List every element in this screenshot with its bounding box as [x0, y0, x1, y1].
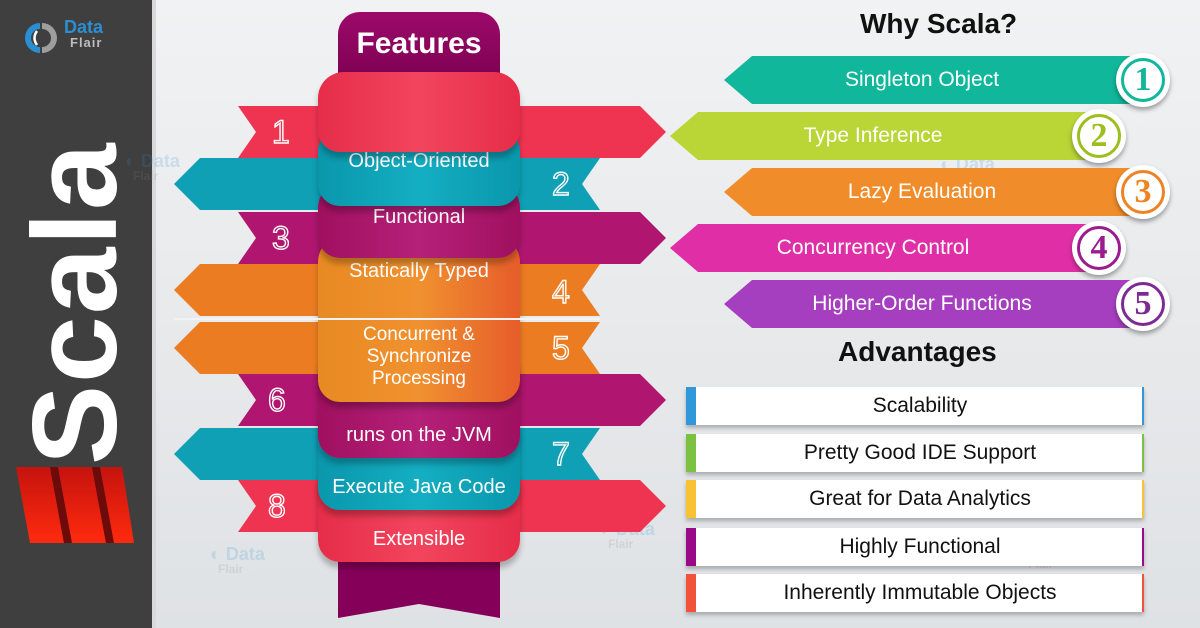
feature-number: 6 — [267, 382, 286, 418]
why-item-4: Concurrency Control 4 — [670, 221, 1126, 275]
features-ribbon-tail — [338, 560, 500, 618]
advantages-title: Advantages — [838, 336, 997, 367]
advantage-label: Inherently Immutable Objects — [783, 581, 1057, 604]
features-diagram: 1 2 3 4 5 6 7 8 Features Extensible Exec… — [160, 0, 680, 628]
dataflair-logo: Data Flair — [22, 18, 142, 58]
why-item-label: Type Inference — [803, 124, 943, 147]
number-badge-3: 3 — [1116, 165, 1170, 219]
advantage-label: Scalability — [872, 394, 968, 417]
number-badge-4: 4 — [1072, 221, 1126, 275]
scala-title: Scala — [8, 141, 142, 465]
feature-number: 1 — [271, 114, 290, 150]
advantage-item: Inherently Immutable Objects — [686, 574, 1144, 612]
feature-card-top — [318, 72, 520, 152]
feature-number: 8 — [267, 488, 286, 524]
divider-line — [174, 318, 600, 320]
why-item-1: Singleton Object 1 — [724, 53, 1170, 107]
color-marker — [686, 434, 696, 472]
sidebar: Data Flair Scala — [0, 0, 152, 628]
feature-label: Execute Java Code — [332, 476, 506, 498]
why-item-label: Higher-Order Functions — [812, 292, 1032, 315]
number-badge-1: 1 — [1116, 53, 1170, 107]
advantage-label: Pretty Good IDE Support — [803, 441, 1037, 464]
feature-number: 4 — [551, 274, 570, 310]
color-marker — [686, 574, 696, 612]
ribbon-left-7 — [174, 428, 338, 480]
why-item-3: Lazy Evaluation 3 — [724, 165, 1170, 219]
feature-label: Object-Oriented — [348, 150, 490, 172]
why-scala-title: Why Scala? — [860, 8, 1018, 39]
feature-number: 2 — [551, 166, 570, 202]
ribbon-right-6 — [500, 374, 666, 426]
feature-number: 7 — [551, 436, 570, 472]
feature-number: 5 — [551, 330, 570, 366]
dataflair-logo-icon — [25, 23, 57, 53]
ribbon-left-5 — [174, 322, 338, 374]
why-item-2: Type Inference 2 — [670, 109, 1126, 163]
feature-label: Extensible — [372, 528, 466, 550]
advantage-label: Great for Data Analytics — [809, 487, 1031, 510]
why-item-5: Higher-Order Functions 5 — [724, 277, 1170, 331]
why-item-label: Singleton Object — [844, 68, 1000, 91]
color-marker — [686, 480, 696, 518]
feature-label: Concurrent & Synchronize Processing — [363, 324, 475, 389]
color-marker — [686, 387, 696, 425]
ribbon-left-4 — [174, 264, 338, 316]
advantage-item: Pretty Good IDE Support — [686, 434, 1144, 472]
why-item-label: Concurrency Control — [776, 236, 970, 259]
advantage-label: Highly Functional — [839, 535, 1001, 558]
feature-number: 3 — [271, 220, 290, 256]
advantage-item: Scalability — [686, 387, 1144, 425]
scala-logo-icon — [16, 467, 134, 543]
feature-label: Statically Typed — [349, 260, 489, 282]
feature-label: runs on the JVM — [346, 424, 492, 446]
color-marker — [686, 528, 696, 566]
ribbon-right-3 — [500, 212, 666, 264]
advantage-item: Highly Functional — [686, 528, 1144, 566]
ribbon-right-1 — [500, 106, 666, 158]
advantage-item: Great for Data Analytics — [686, 480, 1144, 518]
number-badge-5: 5 — [1116, 277, 1170, 331]
ribbon-left-2 — [174, 158, 338, 210]
logo-text-data: Data — [64, 17, 104, 37]
sidebar-divider — [152, 0, 156, 628]
ribbon-right-8 — [500, 480, 666, 532]
feature-label: Functional — [372, 206, 466, 228]
number-badge-2: 2 — [1072, 109, 1126, 163]
why-item-label: Lazy Evaluation — [847, 180, 997, 203]
logo-text-flair: Flair — [70, 35, 103, 50]
